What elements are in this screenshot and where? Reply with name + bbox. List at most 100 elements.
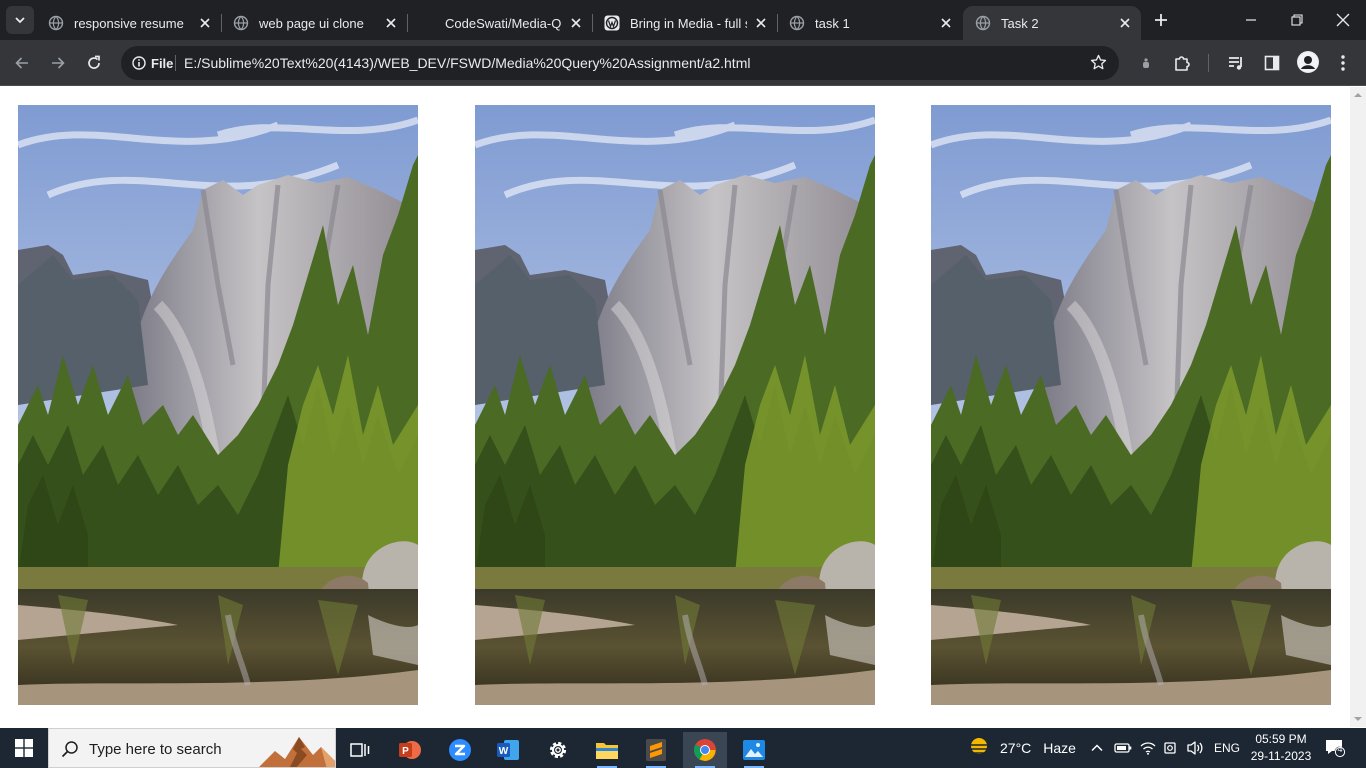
search-highlight-mountains	[259, 737, 335, 767]
profile-avatar[interactable]	[1297, 51, 1319, 73]
wifi-icon[interactable]	[1140, 741, 1156, 755]
reload-button[interactable]	[80, 49, 108, 77]
tab-search-button[interactable]	[6, 6, 34, 34]
chevron-up-icon[interactable]	[1090, 741, 1104, 755]
puzzle-icon	[1175, 56, 1190, 71]
info-icon	[132, 56, 146, 70]
extension-button[interactable]	[1134, 51, 1158, 75]
close-icon[interactable]	[197, 15, 213, 31]
clock-time: 05:59 PM	[1255, 732, 1307, 746]
tab-title: CodeSwati/Media-Qu	[445, 15, 562, 31]
haze-weather-icon	[968, 738, 990, 758]
page-viewport	[0, 87, 1350, 727]
search-placeholder: Type here to search	[89, 741, 222, 758]
scroll-down-arrow-icon[interactable]	[1354, 715, 1362, 723]
taskbar-search-box[interactable]: Type here to search	[48, 728, 336, 768]
taskbar-clock[interactable]: 05:59 PM 29-11-2023	[1246, 731, 1316, 765]
landscape-image-3	[931, 105, 1331, 705]
sublime-text-icon	[646, 739, 666, 761]
globe-icon	[789, 15, 805, 31]
back-button[interactable]	[8, 49, 36, 77]
taskbar-app-zoom[interactable]	[438, 732, 482, 768]
tab-task-2[interactable]: Task 2	[963, 6, 1141, 40]
tab-title: web page ui clone	[259, 15, 364, 31]
close-icon	[1336, 13, 1350, 27]
extensions-menu-button[interactable]	[1170, 51, 1194, 75]
photos-icon	[743, 740, 765, 760]
close-icon[interactable]	[383, 15, 399, 31]
globe-icon	[233, 15, 249, 31]
speaker-volume-icon[interactable]	[1186, 740, 1204, 756]
vertical-scrollbar[interactable]	[1350, 87, 1366, 727]
scroll-up-arrow-icon[interactable]	[1354, 91, 1362, 99]
address-bar[interactable]: File E:/Sublime%20Text%20(4143)/WEB_DEV/…	[121, 46, 1119, 80]
camera-device-icon[interactable]	[1164, 741, 1178, 755]
system-tray: ENG	[1090, 728, 1240, 768]
powerpoint-icon: P	[399, 741, 421, 759]
close-icon[interactable]	[1117, 15, 1133, 31]
taskbar-app-powerpoint[interactable]: P	[388, 732, 432, 768]
taskbar-app-photos[interactable]	[732, 732, 776, 768]
start-button[interactable]	[0, 728, 48, 768]
github-icon	[419, 15, 435, 31]
windows-logo-icon	[15, 739, 33, 757]
file-label: File	[151, 55, 174, 71]
arrow-left-icon	[15, 57, 28, 69]
weather-temperature: 27°C	[1000, 740, 1032, 756]
close-window-button[interactable]	[1320, 0, 1366, 40]
tab-title: responsive resume	[74, 15, 184, 31]
tab-web-page-ui-clone[interactable]: web page ui clone	[221, 6, 408, 40]
task-view-button[interactable]	[338, 732, 382, 768]
image	[931, 105, 1331, 705]
side-panel-icon	[1264, 55, 1280, 71]
tab-title: Bring in Media - full s	[630, 15, 747, 31]
word-icon: W	[497, 740, 519, 760]
taskbar-app-settings[interactable]	[536, 732, 580, 768]
gear-icon	[549, 741, 567, 759]
windows-taskbar: Type here to search P W 27°C Haze ENG 05…	[0, 728, 1366, 768]
chip-separator	[175, 55, 176, 71]
tab-bring-in-media[interactable]: Bring in Media - full s	[592, 6, 778, 40]
url-text[interactable]: E:/Sublime%20Text%20(4143)/WEB_DEV/FSWD/…	[184, 55, 750, 71]
browser-menu-button[interactable]	[1331, 51, 1355, 75]
language-indicator[interactable]: ENG	[1214, 741, 1240, 755]
image	[18, 105, 418, 705]
reload-icon	[88, 55, 100, 69]
tab-strip: responsive resume web page ui clone Code…	[0, 0, 1366, 40]
taskbar-app-sublime-text[interactable]	[634, 732, 678, 768]
svg-text:P: P	[402, 746, 409, 757]
landscape-image-1	[18, 105, 418, 705]
weather-widget[interactable]: 27°C Haze	[966, 728, 1076, 768]
zoom-icon	[449, 739, 471, 761]
close-icon[interactable]	[938, 15, 954, 31]
chevron-down-icon	[15, 17, 25, 24]
clock-date: 29-11-2023	[1250, 749, 1312, 763]
new-tab-button[interactable]	[1150, 9, 1172, 31]
taskbar-app-file-explorer[interactable]	[585, 732, 629, 768]
restore-button[interactable]	[1274, 0, 1320, 40]
bookmark-star-icon[interactable]	[1090, 54, 1107, 76]
side-panel-button[interactable]	[1260, 51, 1284, 75]
browser-toolbar: File E:/Sublime%20Text%20(4143)/WEB_DEV/…	[0, 40, 1366, 86]
close-icon[interactable]	[753, 15, 769, 31]
search-icon	[61, 741, 78, 758]
notification-count-badge: 4	[1337, 744, 1343, 754]
arrow-right-icon	[52, 57, 65, 69]
forward-button[interactable]	[44, 49, 72, 77]
landscape-image-2	[475, 105, 875, 705]
tab-responsive-resume[interactable]: responsive resume	[36, 6, 222, 40]
tab-title: task 1	[815, 15, 850, 31]
battery-icon[interactable]	[1114, 742, 1132, 754]
notification-center-button[interactable]: 4	[1324, 728, 1346, 768]
close-icon[interactable]	[568, 15, 584, 31]
taskbar-app-word[interactable]: W	[486, 732, 530, 768]
tab-task-1[interactable]: task 1	[777, 6, 962, 40]
tab-codeswati-media-query[interactable]: CodeSwati/Media-Qu	[407, 6, 593, 40]
avatar-icon	[1298, 52, 1318, 72]
weather-description: Haze	[1043, 740, 1076, 756]
minimize-icon	[1246, 19, 1256, 21]
restore-icon	[1291, 14, 1303, 26]
taskbar-app-chrome[interactable]	[683, 732, 727, 768]
media-controls-button[interactable]	[1224, 51, 1248, 75]
minimize-button[interactable]	[1228, 0, 1274, 40]
